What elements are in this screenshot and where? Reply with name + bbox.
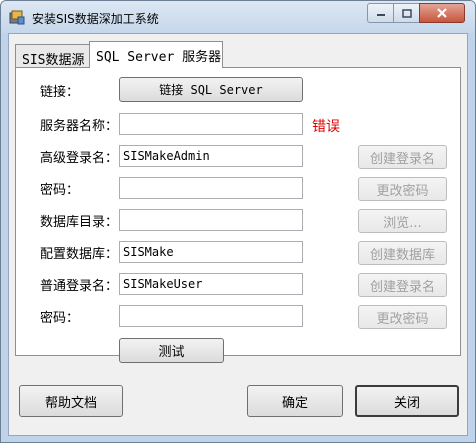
create-database-button[interactable]: 创建数据库	[358, 241, 447, 265]
server-name-input[interactable]	[119, 113, 303, 135]
error-text: 错误	[312, 119, 340, 135]
sql-server-tab-panel: 链接： 链接 SQL Server 服务器名称： 错误 高级登录名： SISMa…	[15, 67, 461, 363]
create-user-login-button[interactable]: 创建登录名	[358, 273, 447, 297]
close-button[interactable]: 关闭	[355, 385, 459, 417]
test-button[interactable]: 测试	[119, 338, 224, 363]
admin-password-input[interactable]	[119, 177, 303, 199]
server-name-label: 服务器名称：	[40, 119, 119, 134]
maximize-button[interactable]	[393, 3, 420, 23]
tab-sql-server[interactable]: SQL Server 服务器	[89, 41, 223, 68]
close-icon	[437, 8, 447, 18]
maximize-icon	[401, 8, 412, 18]
user-login-label: 普通登录名：	[40, 279, 119, 294]
app-icon	[9, 10, 25, 25]
minimize-button[interactable]	[367, 3, 394, 23]
db-directory-input[interactable]	[119, 209, 303, 231]
tab-sis-datasource[interactable]: SIS数据源	[15, 44, 90, 68]
db-directory-label: 数据库目录：	[40, 215, 119, 230]
window-title: 安装SIS数据深加工系统	[32, 12, 159, 26]
connect-label: 链接：	[40, 85, 80, 100]
connect-sql-server-button[interactable]: 链接 SQL Server	[119, 77, 303, 102]
config-db-label: 配置数据库：	[40, 247, 119, 262]
user-password-input[interactable]	[119, 305, 303, 327]
admin-login-input[interactable]: SISMakeAdmin	[119, 145, 303, 167]
browse-button[interactable]: 浏览...	[358, 209, 447, 233]
change-password-button[interactable]: 更改密码	[358, 177, 447, 201]
minimize-icon	[376, 14, 385, 16]
ok-button[interactable]: 确定	[247, 385, 343, 417]
admin-login-label: 高级登录名：	[40, 151, 119, 166]
close-window-button[interactable]	[419, 3, 465, 23]
config-db-input[interactable]: SISMake	[119, 241, 303, 263]
dialog-client-area: SIS数据源 SQL Server 服务器 链接： 链接 SQL Server …	[8, 33, 468, 436]
password-label: 密码：	[40, 183, 80, 198]
user-password-label: 密码：	[40, 311, 80, 326]
create-login-button[interactable]: 创建登录名	[358, 145, 447, 169]
change-user-password-button[interactable]: 更改密码	[358, 305, 447, 329]
title-bar[interactable]: 安装SIS数据深加工系统	[1, 1, 475, 33]
installer-window: 安装SIS数据深加工系统 SIS数据源 SQL Server 服务器 链接： 链…	[0, 0, 476, 443]
help-docs-button[interactable]: 帮助文档	[19, 385, 123, 417]
user-login-input[interactable]: SISMakeUser	[119, 273, 303, 295]
